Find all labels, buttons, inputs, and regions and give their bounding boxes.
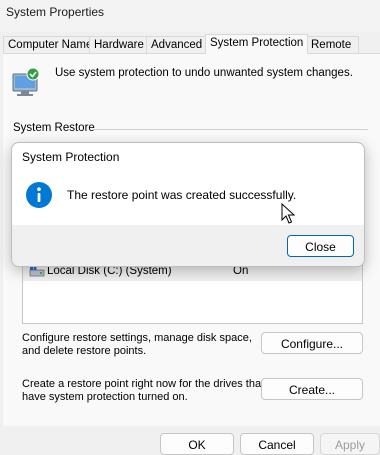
create-description-line1: Create a restore point right now for the… [22,378,265,390]
system-protection-message-dialog: System Protection The restore point was … [11,142,365,267]
drive-icon [29,267,45,277]
configure-description-line1: Configure restore settings, manage disk … [22,332,252,344]
create-description: Create a restore point right now for the… [22,378,264,404]
ok-button[interactable]: OK [160,433,234,455]
tab-hardware[interactable]: Hardware [89,36,149,54]
group-divider [92,129,368,130]
apply-button[interactable]: Apply [320,433,380,455]
info-icon [26,182,52,208]
dialog-title: System Protection [22,150,120,164]
configure-button[interactable]: Configure... [261,332,363,354]
tab-computer-name[interactable]: Computer Name [3,36,93,54]
tab-remote[interactable]: Remote [306,36,359,54]
window-title: System Properties [6,5,105,19]
dialog-message: The restore point was created successful… [67,188,297,202]
system-restore-group-title: System Restore [13,122,99,134]
system-protection-icon [12,67,40,96]
create-button[interactable]: Create... [261,378,363,400]
configure-description-line2: and delete restore points. [22,345,147,357]
configure-description: Configure restore settings, manage disk … [22,332,252,358]
cancel-button[interactable]: Cancel [240,433,314,455]
intro-text: Use system protection to undo unwanted s… [55,67,353,79]
tab-system-protection[interactable]: System Protection [205,34,308,54]
create-description-line2: have system protection turned on. [22,391,188,403]
close-button[interactable]: Close [287,235,354,257]
mouse-cursor-icon [281,203,295,224]
tab-advanced[interactable]: Advanced [146,36,208,54]
title-bar: System Properties [0,0,380,32]
